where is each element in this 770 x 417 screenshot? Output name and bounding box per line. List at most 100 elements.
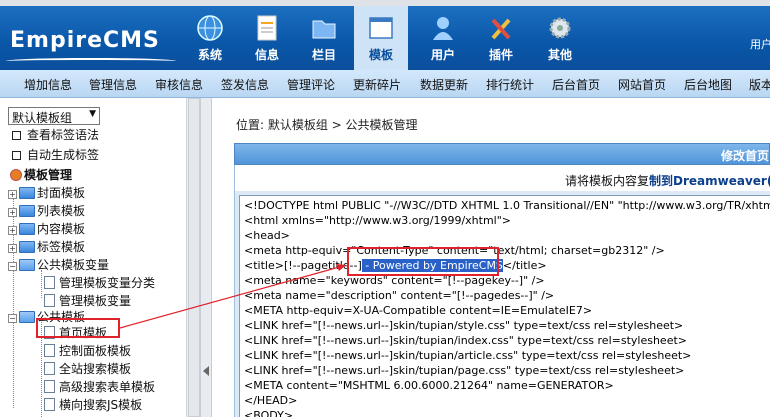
document-icon (44, 344, 55, 357)
tree-label: 全站搜索模板 (59, 362, 132, 376)
tree-item-horizontal-search-js[interactable]: 横向搜索JS模板 (44, 396, 142, 414)
link-view-tag-syntax[interactable]: 查看标签语法 (0, 126, 99, 144)
collapse-arrow-icon[interactable] (203, 366, 209, 376)
tools-icon (491, 18, 511, 40)
collapse-icon: − (8, 314, 17, 323)
code-line: <meta name="description" content="[!--pa… (244, 289, 555, 302)
annotation-box-home-template (36, 318, 120, 338)
document-icon (44, 362, 55, 375)
tree-label: 控制面板模板 (59, 344, 132, 358)
tree-item-content-template[interactable]: + 内容模板 (8, 220, 85, 238)
folder-icon (19, 223, 35, 235)
notepad-icon (257, 15, 277, 41)
nav-info-label: 信息 (254, 48, 279, 62)
sidebar: 默认模板组 ▼ 查看标签语法 自动生成标签 模板管理 + 封面模板 + 列表模板 + 内… (0, 98, 200, 417)
nav-user-label: 用户 (430, 48, 455, 62)
subnav-update-fragments[interactable]: 更新碎片 (353, 76, 401, 93)
logo-text: EmpireCMS (10, 28, 160, 53)
nav-other[interactable]: 其他 (535, 6, 585, 70)
code-line: </HEAD> (244, 394, 298, 407)
nav-template-label: 模板 (368, 48, 393, 62)
document-icon (44, 276, 55, 289)
template-section-icon (10, 169, 22, 181)
globe-icon (197, 15, 223, 41)
tree-label: 管理模板变量 (59, 294, 132, 308)
subnav-manage-info[interactable]: 管理信息 (89, 76, 137, 93)
tree-item-var-category[interactable]: 管理模板变量分类 (44, 274, 155, 292)
code-line: <LINK href="[!--news.url--]skin/tupian/i… (244, 334, 687, 347)
link-label: 自动生成标签 (27, 148, 100, 162)
expand-icon: + (8, 226, 17, 235)
folder-open-icon (19, 259, 35, 271)
logo-swoosh (6, 58, 176, 64)
sidebar-scrollbar[interactable] (186, 98, 200, 417)
code-line: <LINK href="[!--news.url--]skin/tupian/a… (244, 349, 692, 362)
subnav-admin-map[interactable]: 后台地图 (684, 76, 732, 93)
template-group-value: 默认模板组 (12, 111, 73, 125)
link-auto-generate-tag[interactable]: 自动生成标签 (0, 146, 99, 164)
breadcrumb: 位置: 默认模板组 > 公共模板管理 (236, 118, 418, 132)
template-code-textarea[interactable]: <!DOCTYPE html PUBLIC "-//W3C//DTD XHTML… (239, 195, 770, 417)
subnav-add-info[interactable]: 增加信息 (24, 76, 72, 93)
folder-open-icon (19, 311, 35, 323)
code-line: <html xmlns="http://www.w3.org/1999/xhtm… (244, 214, 511, 227)
title-open: <title>[!--pagetitle--] (244, 259, 362, 272)
section-title: 模板管理 (24, 168, 73, 182)
tree-item-tag-template[interactable]: + 标签模板 (8, 238, 85, 256)
tree-label: 横向搜索JS模板 (59, 398, 143, 412)
subnav-admin-home[interactable]: 后台首页 (552, 76, 600, 93)
folder-icon (19, 205, 35, 217)
code-line: <!DOCTYPE html PUBLIC "-//W3C//DTD XHTML… (244, 199, 770, 212)
nav-other-label: 其他 (547, 48, 572, 62)
nav-system-label: 系统 (197, 48, 222, 62)
tree-label: 公共模板变量 (37, 258, 110, 272)
subnav-ranking-stats[interactable]: 排行统计 (486, 76, 534, 93)
panel-instruction: 请将模板内容复制到Dreamweaver(推 (234, 165, 770, 191)
expand-icon: + (8, 190, 17, 199)
tree-guide (41, 270, 42, 298)
subnav-review-info[interactable]: 审核信息 (155, 76, 203, 93)
subnav-site-home[interactable]: 网站首页 (618, 76, 666, 93)
document-icon (44, 294, 55, 307)
tree-item-list-template[interactable]: + 列表模板 (8, 202, 85, 220)
gear-icon (549, 17, 571, 39)
square-bullet-icon (12, 131, 21, 140)
panel-title: 修改首页 (720, 149, 769, 163)
template-group-select[interactable]: 默认模板组 ▼ (8, 107, 100, 125)
code-line: <META content="MSHTML 6.00.6000.21264" n… (244, 379, 614, 392)
user-icon (433, 17, 453, 40)
document-icon (44, 380, 55, 393)
tree-item-advanced-search-template[interactable]: 高级搜索表单模板 (44, 378, 155, 396)
square-bullet-icon (12, 151, 21, 160)
nav-plugin[interactable]: 插件 (476, 6, 526, 70)
subnav-sign-info[interactable]: 签发信息 (221, 76, 269, 93)
subnav-data-update[interactable]: 数据更新 (420, 76, 468, 93)
tree-item-control-panel-template[interactable]: 控制面板模板 (44, 342, 131, 360)
subnav-version[interactable]: 版本 (749, 76, 770, 93)
sidebar-splitter[interactable] (200, 98, 212, 417)
nav-column-label: 栏目 (311, 48, 336, 62)
empirecms-logo[interactable]: EmpireCMS (10, 28, 160, 53)
tree-item-public-vars[interactable]: − 公共模板变量 (8, 256, 109, 274)
top-header: EmpireCMS 系统 信息 栏目 模板 用户 插件 其他 用户 (0, 6, 770, 70)
panel-header: 修改首页 (234, 143, 770, 165)
tree-item-site-search-template[interactable]: 全站搜索模板 (44, 360, 131, 378)
expand-icon: + (8, 208, 17, 217)
code-line: <BODY> (244, 409, 294, 417)
nav-user[interactable]: 用户 (418, 6, 468, 70)
instruction-prefix: 请将模板内容复 (565, 174, 650, 188)
tree-label: 标签模板 (37, 240, 86, 254)
nav-template[interactable]: 模板 (354, 6, 408, 70)
code-line: <head> (244, 229, 290, 242)
tree-item-cover-template[interactable]: + 封面模板 (8, 184, 85, 202)
instruction-bold: 制到Dreamweaver(推 (649, 174, 770, 188)
nav-info[interactable]: 信息 (242, 6, 292, 70)
nav-system[interactable]: 系统 (185, 6, 235, 70)
code-line: <LINK href="[!--news.url--]skin/tupian/p… (244, 364, 685, 377)
link-label: 查看标签语法 (27, 128, 100, 142)
subnav-manage-comments[interactable]: 管理评论 (287, 76, 335, 93)
nav-column[interactable]: 栏目 (299, 6, 349, 70)
sub-navigation: 增加信息 管理信息 审核信息 签发信息 管理评论 更新碎片 数据更新 排行统计 … (0, 70, 770, 98)
code-line: <LINK href="[!--news.url--]skin/tupian/s… (244, 319, 684, 332)
scrollbar-thumb[interactable] (188, 98, 200, 417)
